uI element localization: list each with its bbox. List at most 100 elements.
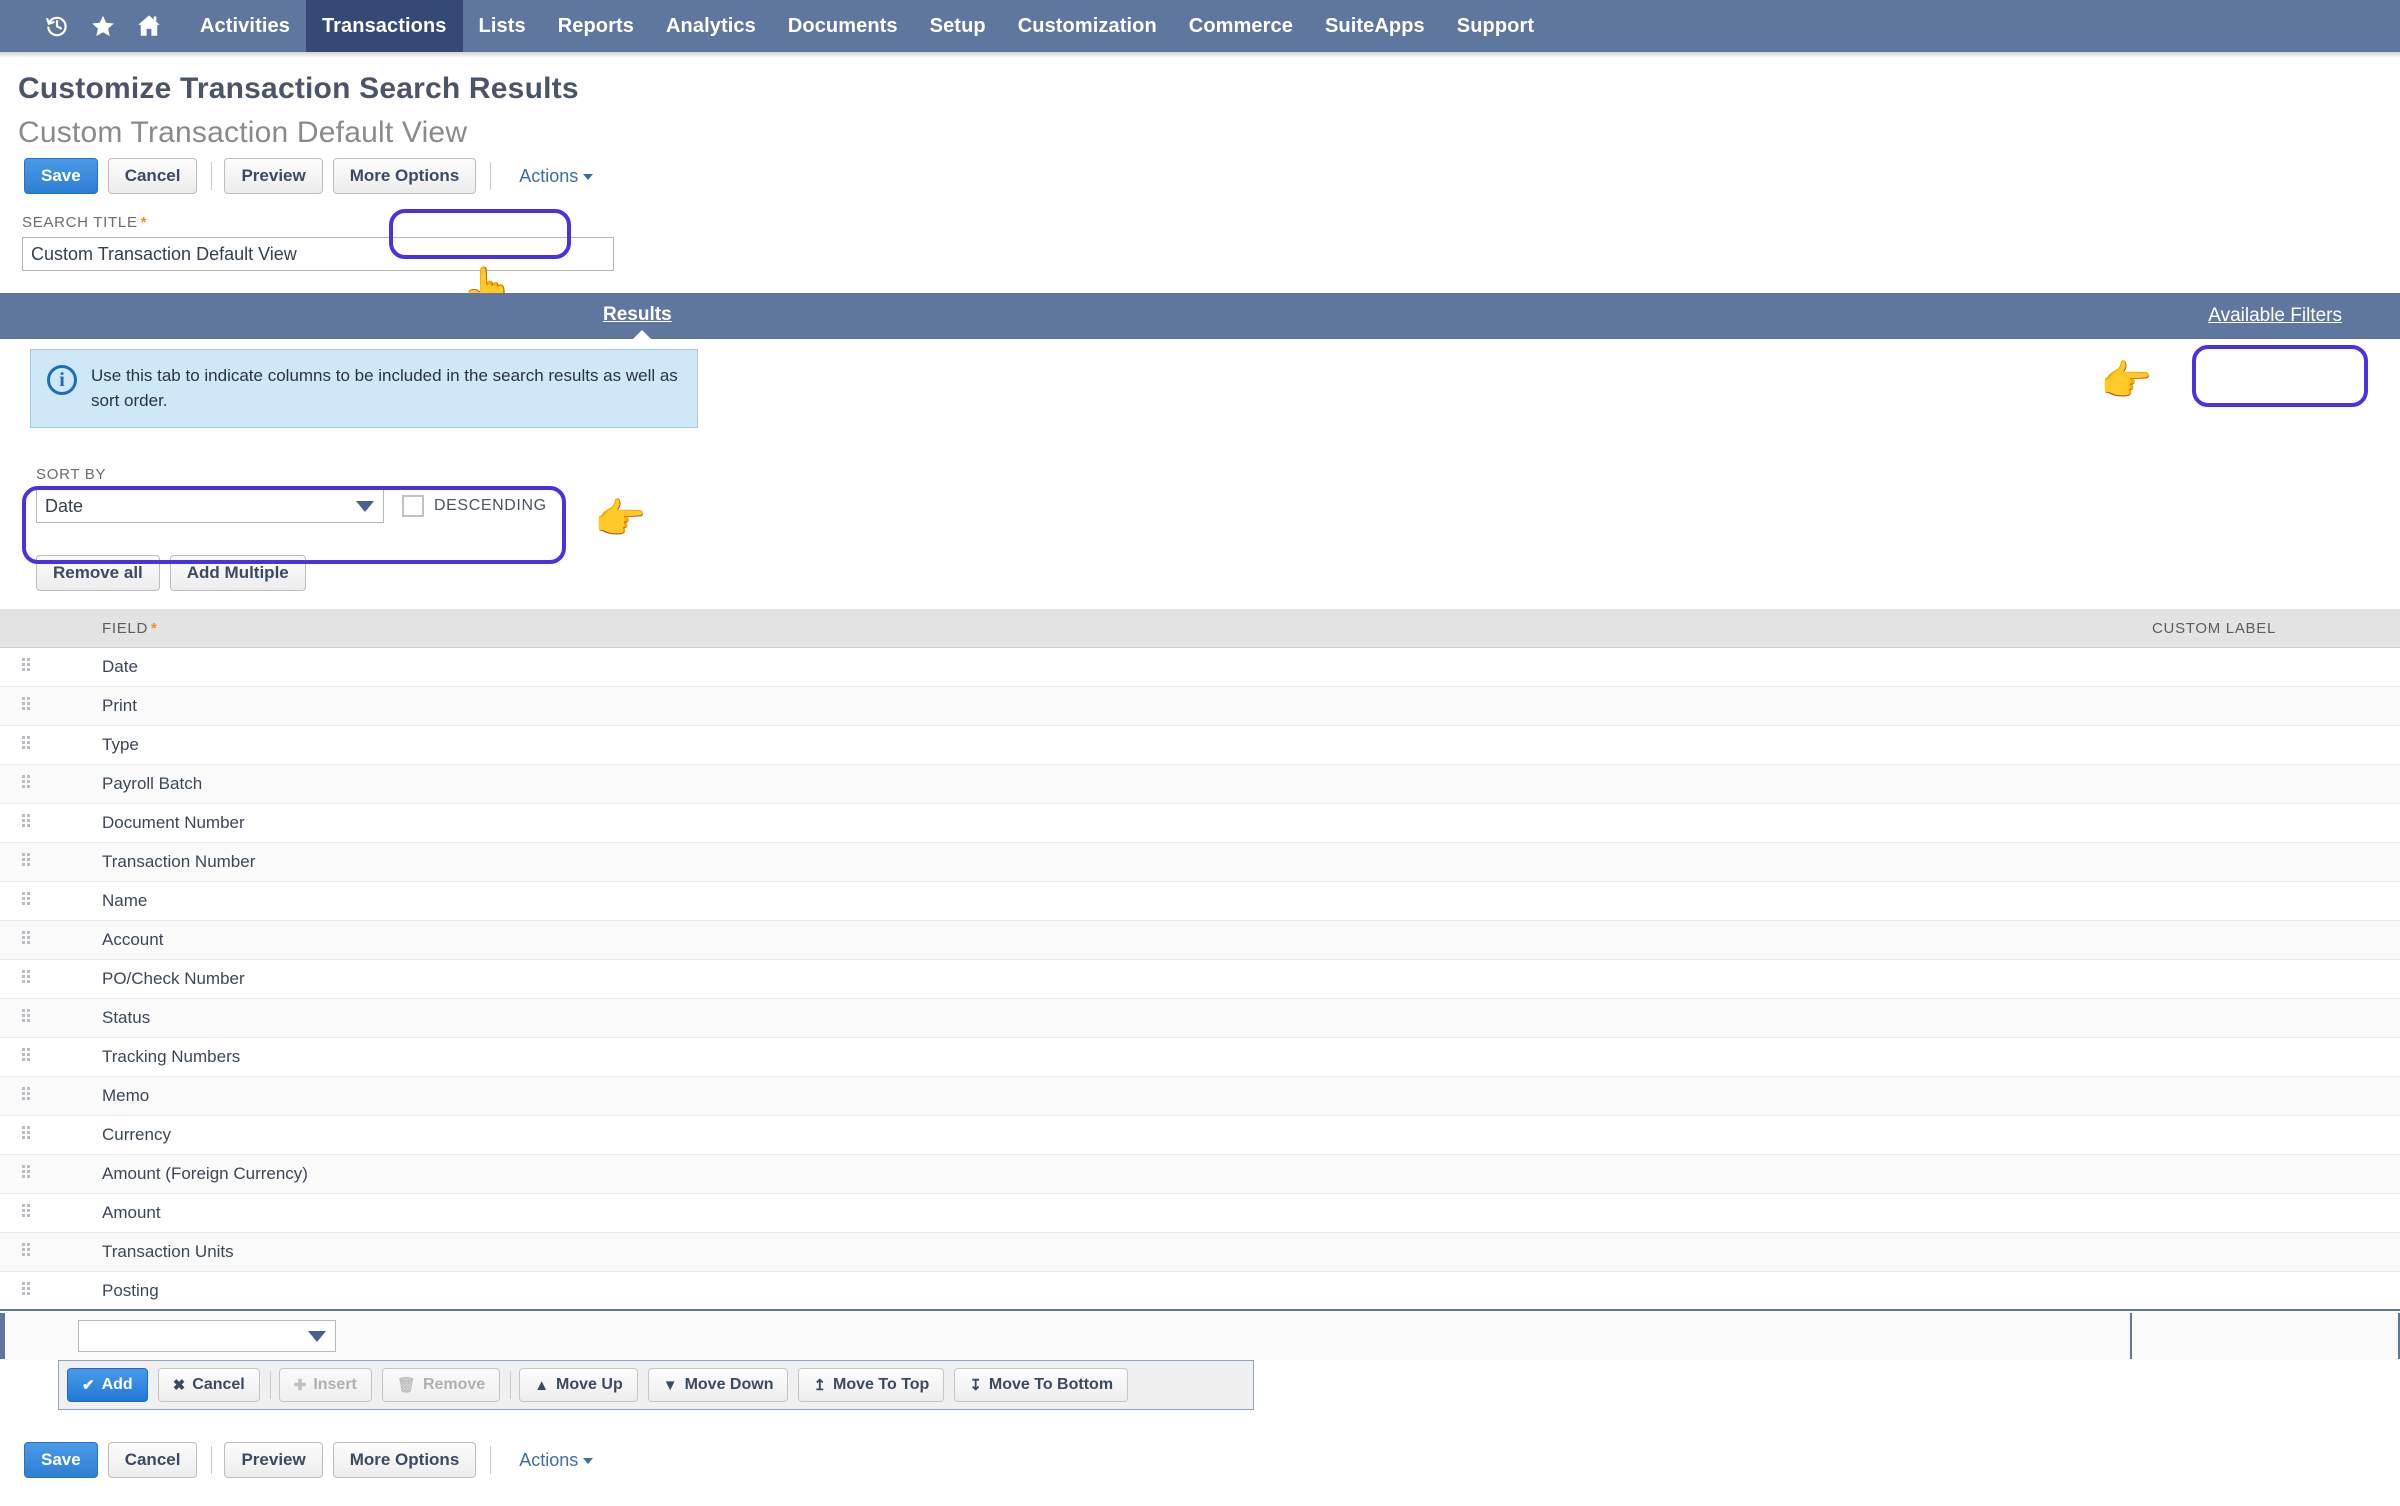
row-custom-label-cell[interactable]	[2130, 842, 2400, 882]
row-custom-label-cell[interactable]	[2130, 647, 2400, 687]
row-drag-cell[interactable]	[0, 1115, 50, 1155]
recent-history-icon[interactable]	[34, 0, 80, 52]
sort-by-select[interactable]: Date	[36, 489, 384, 524]
row-drag-cell[interactable]	[0, 1193, 50, 1233]
more-options-button-top[interactable]: More Options	[332, 158, 477, 194]
new-field-select[interactable]	[78, 1319, 336, 1352]
table-row[interactable]: Status	[0, 998, 2400, 1038]
drag-handle-icon[interactable]	[22, 1008, 36, 1023]
nav-item-analytics[interactable]: Analytics	[650, 0, 772, 52]
drag-handle-icon[interactable]	[22, 1281, 36, 1296]
nav-item-reports[interactable]: Reports	[542, 0, 650, 52]
drag-handle-icon[interactable]	[22, 813, 36, 828]
table-row[interactable]: Type	[0, 725, 2400, 765]
row-drag-cell[interactable]	[0, 803, 50, 843]
nav-item-documents[interactable]: Documents	[772, 0, 914, 52]
preview-button-top[interactable]: Preview	[224, 158, 323, 194]
table-row[interactable]: Transaction Units	[0, 1232, 2400, 1272]
row-drag-cell[interactable]	[0, 725, 50, 765]
table-row[interactable]: Transaction Number	[0, 842, 2400, 882]
row-drag-cell[interactable]	[0, 1037, 50, 1077]
available-filters-link[interactable]: Available Filters	[2208, 305, 2342, 327]
table-row[interactable]: Date	[0, 647, 2400, 687]
nav-item-transactions[interactable]: Transactions	[305, 0, 463, 52]
drag-handle-icon[interactable]	[22, 657, 36, 672]
drag-handle-icon[interactable]	[22, 1125, 36, 1140]
table-new-entry-row[interactable]	[0, 1309, 2400, 1361]
tab-results[interactable]: Results	[603, 304, 672, 326]
nav-item-commerce[interactable]: Commerce	[1173, 0, 1309, 52]
save-button-top[interactable]: Save	[24, 158, 98, 194]
row-custom-label-cell[interactable]	[2130, 1076, 2400, 1116]
drag-handle-icon[interactable]	[22, 930, 36, 945]
row-drag-cell[interactable]	[0, 1076, 50, 1116]
table-row[interactable]: Print	[0, 686, 2400, 726]
table-row[interactable]: Tracking Numbers	[0, 1037, 2400, 1077]
more-options-button-bottom[interactable]: More Options	[332, 1442, 477, 1479]
move-to-bottom-button[interactable]: ↧ Move To Bottom	[954, 1368, 1129, 1403]
row-drag-cell[interactable]	[0, 686, 50, 726]
row-custom-label-cell[interactable]	[2130, 1154, 2400, 1194]
row-drag-cell[interactable]	[0, 842, 50, 882]
row-custom-label-cell[interactable]	[2130, 764, 2400, 804]
cancel-row-button[interactable]: ✖ Cancel	[157, 1368, 260, 1403]
row-drag-cell[interactable]	[0, 1271, 50, 1311]
home-icon[interactable]	[126, 0, 172, 52]
row-custom-label-cell[interactable]	[2130, 920, 2400, 960]
descending-checkbox[interactable]	[402, 495, 424, 518]
row-drag-cell[interactable]	[0, 764, 50, 804]
row-custom-label-cell[interactable]	[2130, 725, 2400, 765]
remove-button[interactable]: 🗑 Remove	[381, 1368, 501, 1403]
remove-all-button[interactable]: Remove all	[36, 555, 160, 592]
nav-item-customization[interactable]: Customization	[1002, 0, 1173, 52]
drag-handle-icon[interactable]	[22, 1203, 36, 1218]
table-row[interactable]: Payroll Batch	[0, 764, 2400, 804]
nav-item-suiteapps[interactable]: SuiteApps	[1309, 0, 1441, 52]
row-custom-label-cell[interactable]	[2130, 686, 2400, 726]
row-drag-cell[interactable]	[0, 959, 50, 999]
drag-handle-icon[interactable]	[22, 1242, 36, 1257]
row-custom-label-cell[interactable]	[2130, 803, 2400, 843]
table-row[interactable]: Account	[0, 920, 2400, 960]
nav-item-support[interactable]: Support	[1441, 0, 1550, 52]
row-custom-label-cell[interactable]	[2130, 1193, 2400, 1233]
drag-handle-icon[interactable]	[22, 774, 36, 789]
row-custom-label-cell[interactable]	[2130, 959, 2400, 999]
nav-item-lists[interactable]: Lists	[463, 0, 542, 52]
move-up-button[interactable]: ▲ Move Up	[519, 1368, 638, 1403]
new-row-field-cell[interactable]	[50, 1309, 2130, 1361]
row-drag-cell[interactable]	[0, 647, 50, 687]
drag-handle-icon[interactable]	[22, 852, 36, 867]
table-row[interactable]: Document Number	[0, 803, 2400, 843]
favorites-star-icon[interactable]	[80, 0, 126, 52]
insert-button[interactable]: ✚ Insert	[278, 1368, 372, 1403]
table-row[interactable]: Posting	[0, 1271, 2400, 1311]
drag-handle-icon[interactable]	[22, 735, 36, 750]
table-row[interactable]: Currency	[0, 1115, 2400, 1155]
drag-handle-icon[interactable]	[22, 891, 36, 906]
row-drag-cell[interactable]	[0, 1154, 50, 1194]
table-row[interactable]: Amount (Foreign Currency)	[0, 1154, 2400, 1194]
nav-item-activities[interactable]: Activities	[184, 0, 306, 52]
row-drag-cell[interactable]	[0, 1232, 50, 1272]
row-drag-cell[interactable]	[0, 881, 50, 921]
add-multiple-button[interactable]: Add Multiple	[169, 555, 306, 592]
table-row[interactable]: Name	[0, 881, 2400, 921]
table-row[interactable]: Memo	[0, 1076, 2400, 1116]
actions-menu-bottom[interactable]: Actions	[519, 1450, 594, 1471]
drag-handle-icon[interactable]	[22, 696, 36, 711]
row-custom-label-cell[interactable]	[2130, 1271, 2400, 1311]
nav-item-setup[interactable]: Setup	[914, 0, 1002, 52]
table-row[interactable]: PO/Check Number	[0, 959, 2400, 999]
table-row[interactable]: Amount	[0, 1193, 2400, 1233]
search-title-input[interactable]	[22, 237, 614, 271]
move-down-button[interactable]: ▼ Move Down	[647, 1368, 789, 1403]
drag-handle-icon[interactable]	[22, 1086, 36, 1101]
add-button[interactable]: ✔ Add	[67, 1368, 148, 1403]
preview-button-bottom[interactable]: Preview	[224, 1442, 323, 1479]
row-custom-label-cell[interactable]	[2130, 881, 2400, 921]
drag-handle-icon[interactable]	[22, 1164, 36, 1179]
cancel-button-top[interactable]: Cancel	[107, 158, 198, 194]
row-drag-cell[interactable]	[0, 998, 50, 1038]
row-custom-label-cell[interactable]	[2130, 1232, 2400, 1272]
